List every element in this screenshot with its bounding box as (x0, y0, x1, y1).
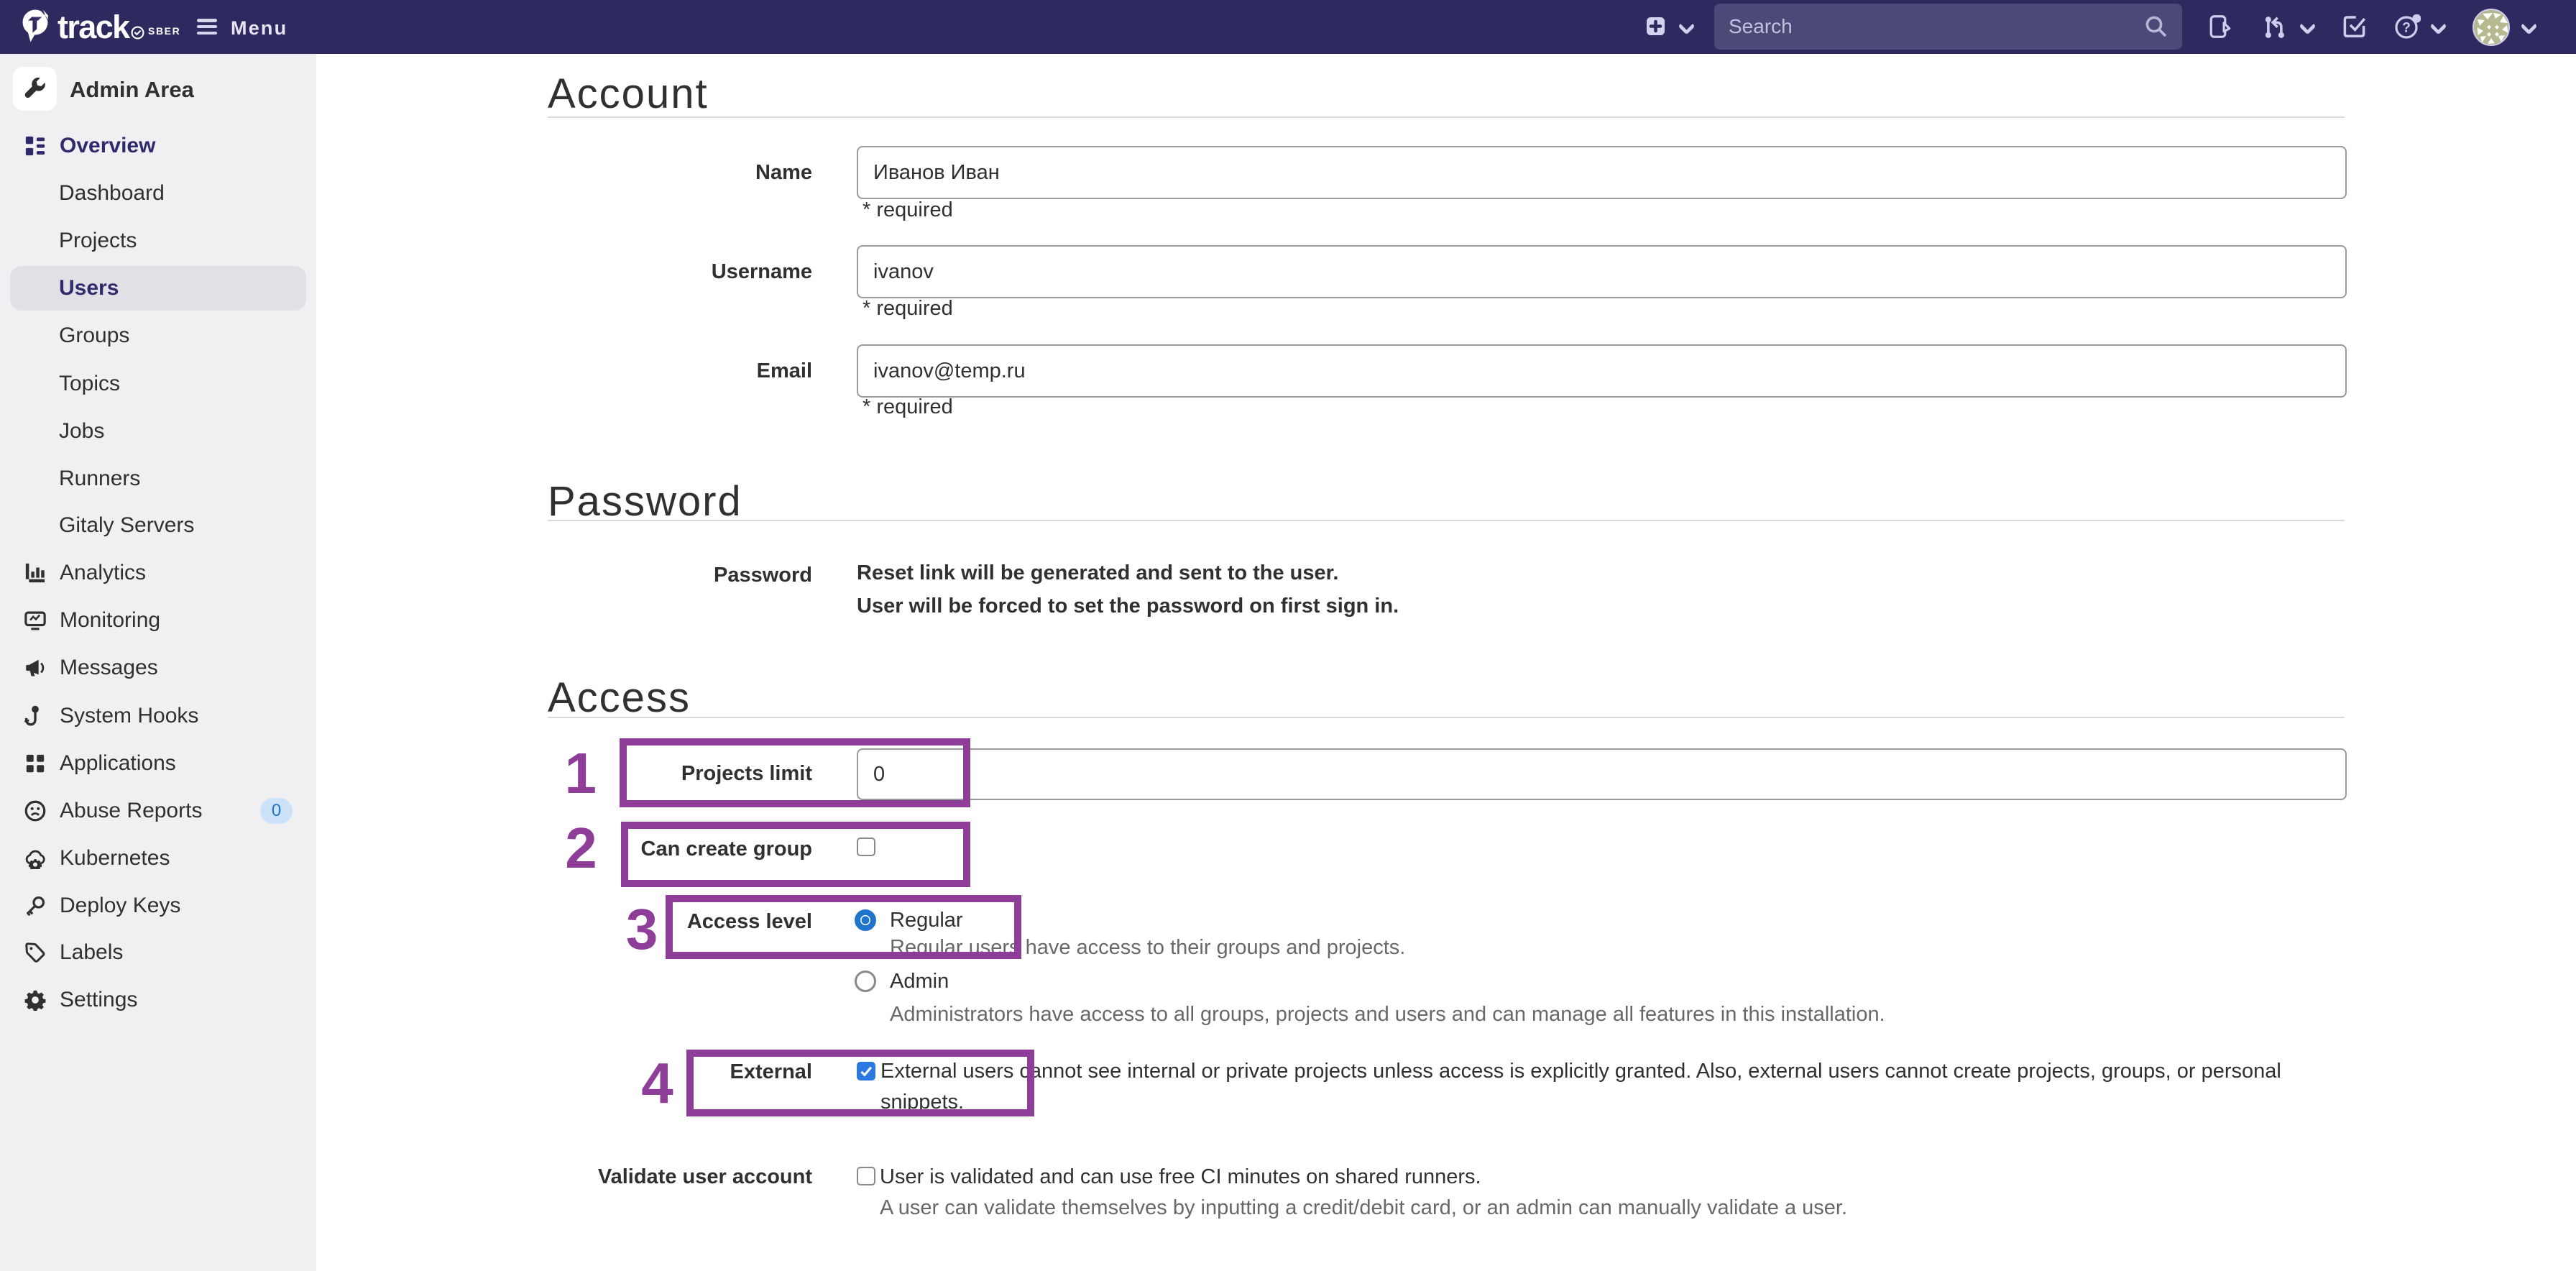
svg-text:?: ? (2402, 20, 2411, 35)
